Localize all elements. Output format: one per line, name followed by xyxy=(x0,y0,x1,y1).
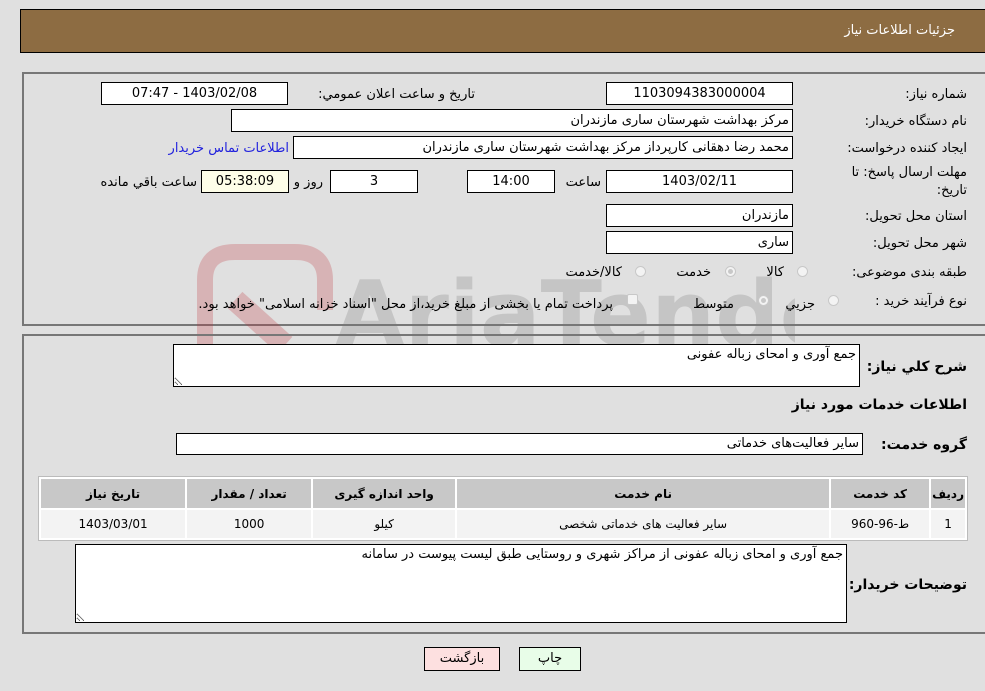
buyer-notes-textarea[interactable]: جمع آوری و امحای زباله عفونی از مراکز شه… xyxy=(75,544,847,623)
page-title: جزئيات اطلاعات نياز xyxy=(844,23,955,38)
announce-datetime-field: 1403/02/08 - 07:47 xyxy=(101,82,288,105)
print-button[interactable]: چاپ xyxy=(519,647,581,671)
col-need-date: تاريخ نياز xyxy=(41,479,186,508)
requester-field: محمد رضا دهقانی کارپرداز مرکز بهداشت شهر… xyxy=(293,136,793,159)
cell-row-number: 1 xyxy=(931,510,965,538)
col-service-name: نام خدمت xyxy=(457,479,830,508)
category-option-service: خدمت xyxy=(676,265,711,280)
cell-need-date: 1403/03/01 xyxy=(41,510,186,538)
service-group-label: گروه خدمت: xyxy=(881,437,967,453)
buyer-org-field: مرکز بهداشت شهرستان ساری مازندران xyxy=(231,109,793,132)
page-header: جزئيات اطلاعات نياز xyxy=(20,9,985,53)
col-row-number: رديف xyxy=(931,479,965,508)
cell-unit: کيلو xyxy=(313,510,456,538)
services-heading: اطلاعات خدمات مورد نياز xyxy=(791,397,967,413)
remaining-time-field: 05:38:09 xyxy=(201,170,289,193)
back-button[interactable]: بازگشت xyxy=(424,647,500,671)
buyer-notes-label: توضيحات خريدار: xyxy=(848,577,967,593)
process-radio-medium[interactable] xyxy=(758,295,769,306)
col-unit: واحد اندازه گيری xyxy=(313,479,456,508)
need-number-field: 1103094383000004 xyxy=(606,82,793,105)
summary-label: شرح کلي نياز: xyxy=(866,359,967,375)
days-label: روز و xyxy=(293,175,323,190)
process-option-minor: جزيي xyxy=(785,297,815,312)
remaining-days-field: 3 xyxy=(330,170,418,193)
category-radio-goods[interactable] xyxy=(797,266,808,277)
treasury-note: پرداخت تمام يا بخشی از مبلغ خريد،از محل … xyxy=(198,297,613,312)
summary-textarea[interactable]: جمع آوری و امحای زباله عفونی xyxy=(173,344,860,387)
need-number-label: شماره نياز: xyxy=(905,87,967,102)
category-option-goods-service: کالا/خدمت xyxy=(565,265,622,280)
process-type-label: نوع فرآيند خريد : xyxy=(875,294,967,309)
deadline-time-field: 14:00 xyxy=(467,170,555,193)
category-label: طبقه بندی موضوعی: xyxy=(851,265,967,280)
deadline-label: مهلت ارسال پاسخ: تا تاريخ: xyxy=(851,165,967,198)
treasury-checkbox[interactable] xyxy=(627,294,638,305)
delivery-province-field: مازندران xyxy=(606,204,793,227)
requester-label: ايجاد کننده درخواست: xyxy=(847,141,967,156)
deadline-time-label: ساعت xyxy=(565,175,601,190)
buyer-contact-link[interactable]: اطلاعات تماس خريدار xyxy=(169,141,289,156)
table-header-row: رديف کد خدمت نام خدمت واحد اندازه گيری ت… xyxy=(41,479,965,508)
remaining-time-label: ساعت باقي مانده xyxy=(100,175,197,190)
process-option-medium: متوسط xyxy=(693,297,734,312)
process-radio-minor[interactable] xyxy=(828,295,839,306)
deadline-date-field: 1403/02/11 xyxy=(606,170,793,193)
announce-datetime-label: تاريخ و ساعت اعلان عمومي: xyxy=(318,87,475,102)
category-option-goods: کالا xyxy=(766,265,784,280)
cell-service-code: ط-96-960 xyxy=(831,510,930,538)
col-service-code: کد خدمت xyxy=(831,479,930,508)
delivery-city-field: ساری xyxy=(606,231,793,254)
table-row: 1 ط-96-960 ساير فعاليت های خدماتی شخصی ک… xyxy=(41,510,965,538)
buyer-org-label: نام دستگاه خريدار: xyxy=(864,114,967,129)
delivery-city-label: شهر محل تحويل: xyxy=(872,236,967,251)
category-radio-service[interactable] xyxy=(725,266,736,277)
services-table: رديف کد خدمت نام خدمت واحد اندازه گيری ت… xyxy=(38,476,968,541)
cell-service-name: ساير فعاليت های خدماتی شخصی xyxy=(457,510,830,538)
service-group-field: ساير فعاليت‌های خدماتی xyxy=(176,433,863,455)
cell-quantity: 1000 xyxy=(187,510,312,538)
col-quantity: تعداد / مقدار xyxy=(187,479,312,508)
category-radio-goods-service[interactable] xyxy=(635,266,646,277)
delivery-province-label: استان محل تحويل: xyxy=(865,209,967,224)
